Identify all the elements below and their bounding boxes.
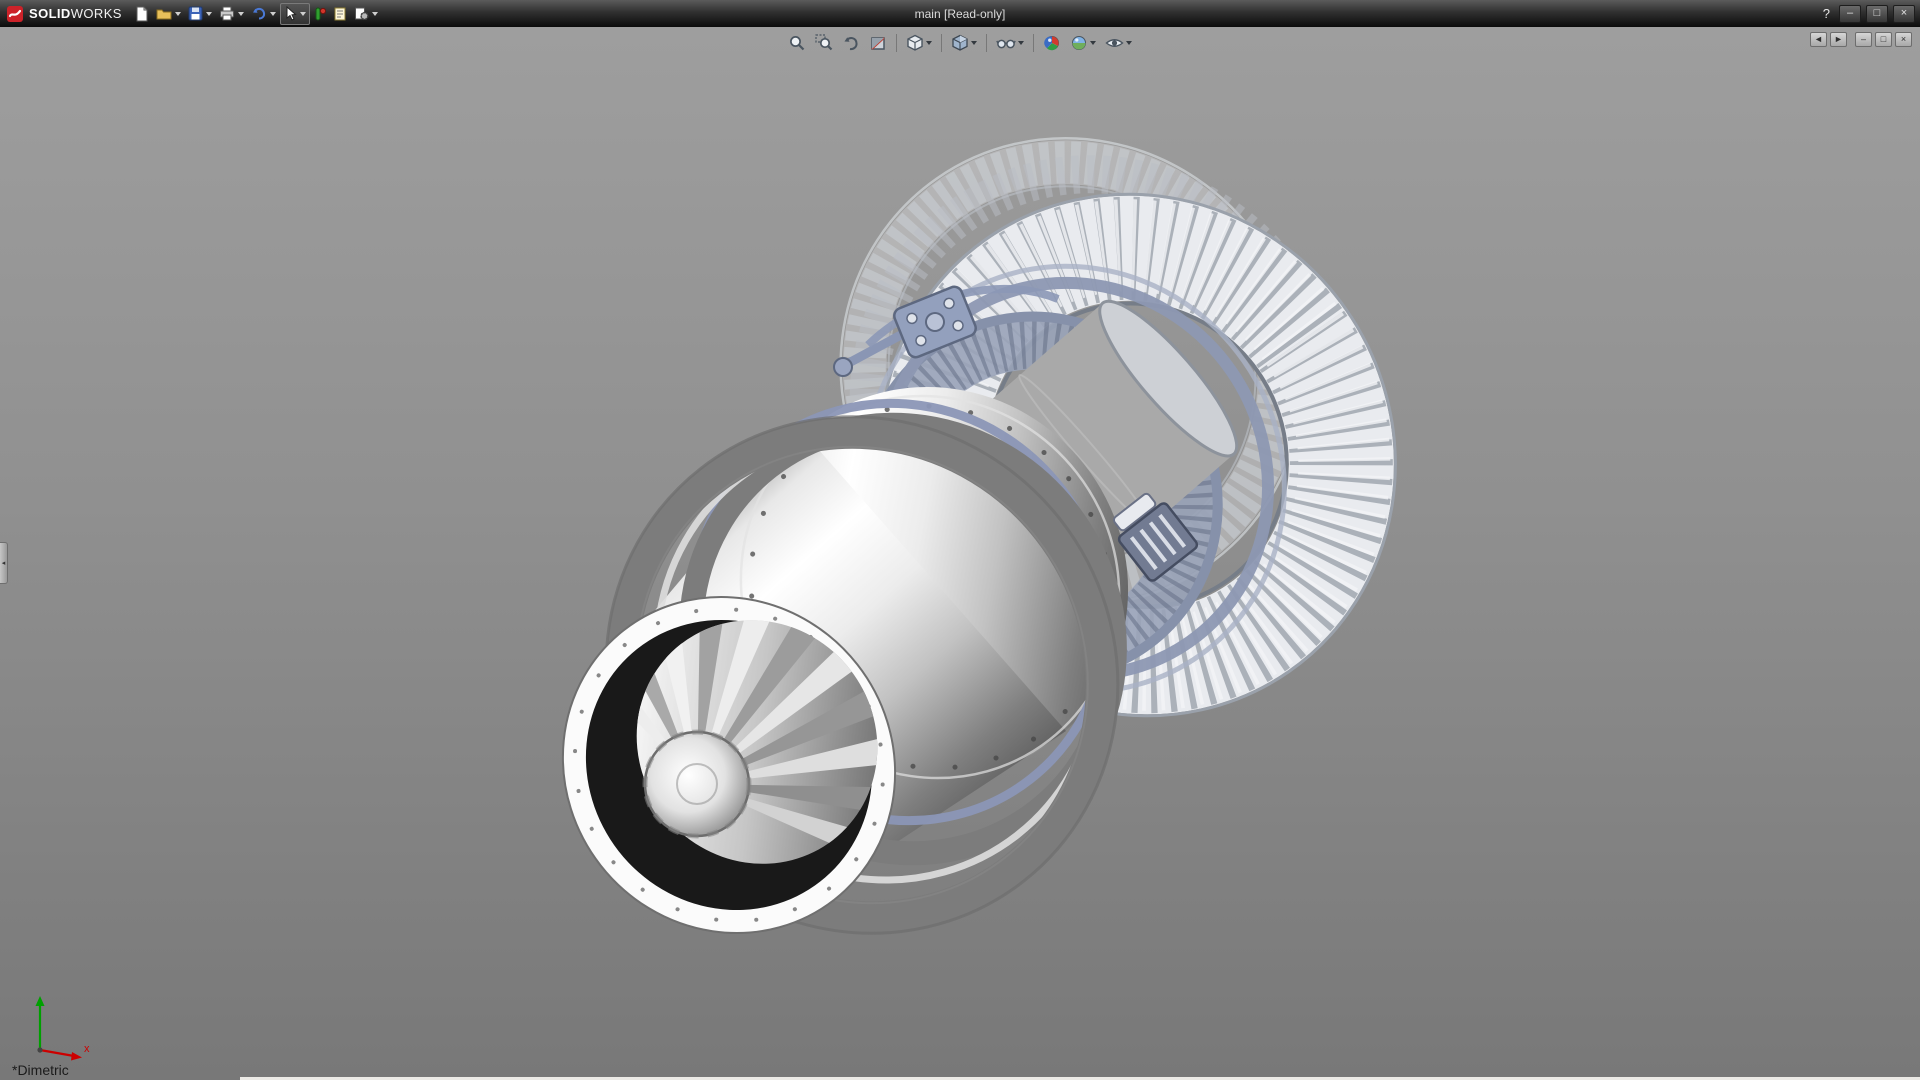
options-sheet-icon [354, 6, 369, 21]
doc-minimize-button[interactable]: – [1855, 32, 1872, 47]
cursor-arrow-icon [284, 6, 297, 22]
dropdown-arrow[interactable] [1090, 41, 1096, 45]
reference-triad: x [14, 990, 98, 1064]
edit-appearance-button[interactable] [1041, 33, 1063, 53]
new-document-button[interactable] [132, 3, 152, 25]
document-title: main [Read-only] [915, 7, 1006, 21]
previous-view-button[interactable] [840, 33, 862, 53]
x-axis-label: x [84, 1043, 90, 1055]
save-button[interactable] [185, 3, 215, 25]
window-controls: ? – □ × [1819, 5, 1920, 23]
folder-icon [156, 7, 172, 21]
help-button[interactable]: ? [1819, 6, 1834, 21]
scene-ball-icon [1070, 34, 1088, 52]
x-axis-arrow [71, 1052, 82, 1061]
app-logo: SOLIDWORKS [0, 5, 132, 23]
floppy-icon [188, 6, 203, 21]
magnifier-area-icon [815, 34, 833, 52]
apply-scene-button[interactable] [1068, 33, 1098, 53]
view-settings-button[interactable] [1103, 33, 1134, 53]
dropdown-arrow[interactable] [372, 12, 378, 16]
eye-icon [1105, 34, 1124, 52]
shaded-cube-icon [951, 34, 969, 52]
view-cube-icon [906, 34, 924, 52]
printer-icon [219, 6, 235, 21]
zoom-to-area-button[interactable] [813, 33, 835, 53]
logo-text-bold: SOLID [29, 6, 71, 21]
toolbar-separator [941, 34, 942, 52]
dropdown-arrow[interactable] [206, 12, 212, 16]
section-cut-icon [869, 34, 887, 52]
doc-restore-button[interactable]: □ [1875, 32, 1892, 47]
doc-close-button[interactable]: × [1895, 32, 1912, 47]
magnifier-icon [788, 34, 806, 52]
toolbar-separator [1033, 34, 1034, 52]
open-button[interactable] [153, 3, 184, 25]
panel-collapse-handle[interactable]: ◂ [0, 542, 8, 584]
zoom-to-fit-button[interactable] [786, 33, 808, 53]
toolbar-separator [986, 34, 987, 52]
viewport-3d[interactable]: ◄ ► – □ × x *Dimetric ◂ [0, 27, 1920, 1080]
dropdown-arrow[interactable] [1018, 41, 1024, 45]
hide-show-items-button[interactable] [994, 33, 1026, 53]
close-button[interactable]: × [1893, 5, 1915, 23]
dropdown-arrow[interactable] [175, 12, 181, 16]
undo-arrow-icon [251, 6, 267, 21]
orientation-label: *Dimetric [12, 1062, 69, 1078]
dropdown-arrow[interactable] [971, 41, 977, 45]
stoplight-icon [314, 6, 326, 22]
toolbar-separator [896, 34, 897, 52]
select-button[interactable] [280, 3, 310, 25]
appearance-ball-icon [1043, 34, 1061, 52]
jet-engine-model[interactable] [0, 27, 1920, 1080]
undo-button[interactable] [248, 3, 279, 25]
dropdown-arrow[interactable] [300, 12, 306, 16]
minimize-button[interactable]: – [1839, 5, 1861, 23]
title-bar: SOLIDWORKS [0, 0, 1920, 27]
glasses-icon [996, 34, 1016, 52]
options-button[interactable] [351, 3, 381, 25]
dassault-3ds-logo-icon [6, 5, 24, 23]
y-axis-arrow [36, 996, 45, 1006]
dropdown-arrow[interactable] [926, 41, 932, 45]
dropdown-arrow[interactable] [270, 12, 276, 16]
headsup-view-toolbar [786, 33, 1134, 53]
display-style-button[interactable] [949, 33, 979, 53]
dropdown-arrow[interactable] [1126, 41, 1132, 45]
section-view-button[interactable] [867, 33, 889, 53]
dropdown-arrow[interactable] [238, 12, 244, 16]
print-button[interactable] [216, 3, 247, 25]
restore-button[interactable]: □ [1866, 5, 1888, 23]
next-document-button[interactable]: ► [1830, 32, 1847, 47]
view-orientation-button[interactable] [904, 33, 934, 53]
previous-document-button[interactable]: ◄ [1810, 32, 1827, 47]
logo-text-light: WORKS [71, 6, 122, 21]
file-properties-button[interactable] [330, 3, 350, 25]
quick-access-toolbar [132, 3, 381, 25]
page-icon [135, 6, 149, 22]
properties-sheet-icon [333, 6, 347, 22]
rebuild-button[interactable] [311, 3, 329, 25]
undo-view-icon [842, 34, 860, 52]
document-window-controls: ◄ ► – □ × [1810, 32, 1912, 47]
